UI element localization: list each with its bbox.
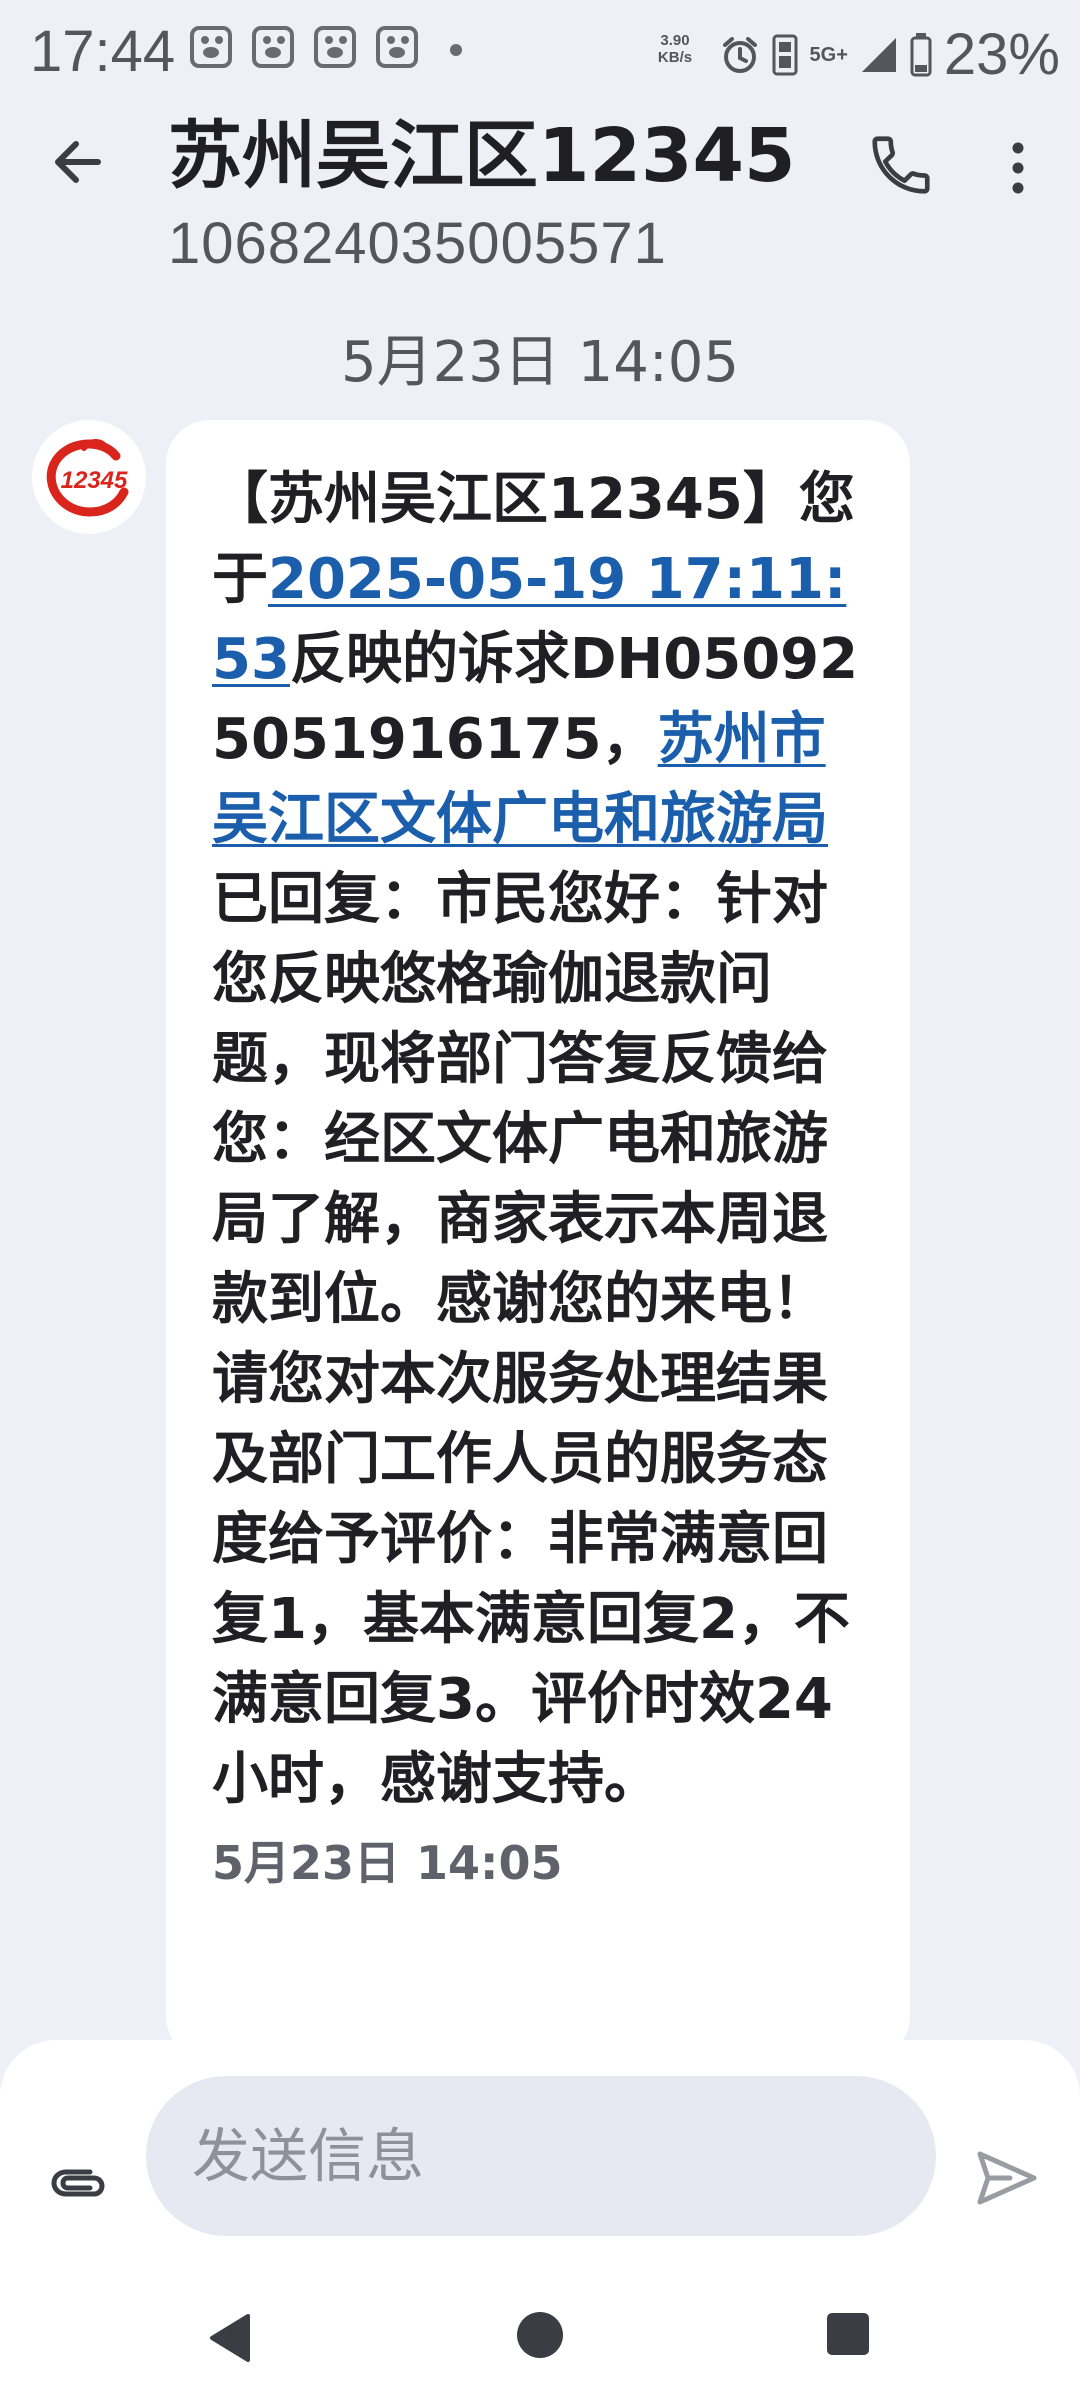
phone-icon xyxy=(872,136,930,194)
baidu-paw-icon xyxy=(376,26,418,68)
circle-home-icon xyxy=(517,2312,563,2358)
send-icon xyxy=(977,2151,1037,2205)
nav-home-button[interactable] xyxy=(515,2310,565,2360)
message-input[interactable] xyxy=(146,2076,936,2236)
contact-name: 苏州吴江区12345 xyxy=(168,113,796,199)
baidu-paw-icon xyxy=(190,26,232,68)
message-text: 【苏州吴江区12345】您于2025-05-19 17:11:53反映的诉求DH… xyxy=(212,460,870,1820)
signal-icon xyxy=(861,38,896,72)
network-speed: 3.90 KB/s xyxy=(650,32,700,66)
status-right-icons: 5G+ 23% xyxy=(720,22,1060,88)
more-options-button[interactable] xyxy=(988,134,1048,204)
battery-percentage: 23% xyxy=(943,22,1060,87)
status-time: 17:44 xyxy=(30,19,176,84)
contact-number: 106824035005571 xyxy=(168,211,667,276)
attachment-icon xyxy=(51,2169,105,2197)
date-separator: 5月23日 14:05 xyxy=(340,330,740,395)
message-text-part: 已回复：市民您好：针对您反映悠格瑜伽退款问题，现将部门答复反馈给您：经区文体广电… xyxy=(212,867,850,1812)
back-button[interactable] xyxy=(46,130,110,194)
baidu-paw-icon xyxy=(314,26,356,68)
arrow-back-icon xyxy=(55,141,101,183)
network-speed-unit: KB/s xyxy=(657,49,693,66)
nav-back-button[interactable] xyxy=(206,2312,252,2364)
hd-call-icon xyxy=(772,34,798,76)
alarm-icon xyxy=(722,37,757,73)
triangle-back-icon xyxy=(210,2314,250,2362)
battery-icon xyxy=(910,33,932,77)
network-speed-value: 3.90 xyxy=(660,32,690,49)
message-timestamp: 5月23日 14:05 xyxy=(212,1836,563,1890)
send-button[interactable] xyxy=(970,2142,1042,2214)
baidu-paw-icon xyxy=(252,26,294,68)
square-recents-icon xyxy=(827,2313,869,2355)
sender-avatar[interactable]: 12345 xyxy=(32,420,146,534)
more-notifications-dot-icon xyxy=(450,44,462,56)
more-vertical-icon xyxy=(1012,142,1024,194)
notification-icons xyxy=(190,26,418,68)
avatar-label: 12345 xyxy=(61,467,128,494)
message-bubble[interactable]: 【苏州吴江区12345】您于2025-05-19 17:11:53反映的诉求DH… xyxy=(166,420,910,2060)
attach-button[interactable] xyxy=(42,2146,114,2218)
12345-hotline-logo-icon: 12345 xyxy=(46,439,129,517)
nav-recents-button[interactable] xyxy=(826,2312,870,2356)
network-type-label: 5G+ xyxy=(809,44,848,66)
call-button[interactable] xyxy=(866,130,936,200)
